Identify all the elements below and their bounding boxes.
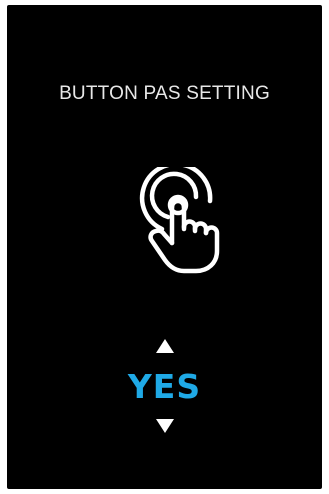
touch-hand-icon — [139, 167, 220, 274]
up-arrow-icon[interactable] — [155, 339, 174, 353]
down-arrow-icon[interactable] — [155, 419, 174, 433]
setting-value: YES — [127, 367, 202, 406]
display-screen: BUTTON PAS SETTING YES — [7, 5, 322, 489]
page-title: BUTTON PAS SETTING — [59, 83, 270, 104]
